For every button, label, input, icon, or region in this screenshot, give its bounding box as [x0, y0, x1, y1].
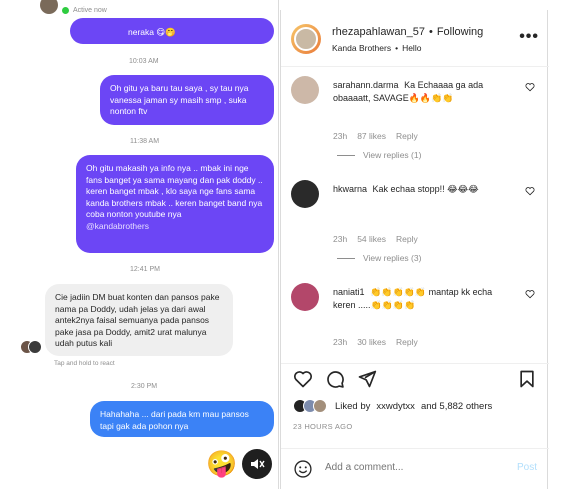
audio-artist[interactable]: Kanda Brothers [332, 43, 391, 53]
message-timestamp: 10:03 AM [129, 58, 159, 65]
view-replies-button[interactable]: View replies (3) [337, 253, 421, 263]
speaker-muted-icon [251, 459, 265, 469]
post-header: rhezapahlawan_57 • Following Kanda Broth… [281, 10, 549, 67]
view-replies-button[interactable]: View replies (1) [337, 150, 421, 160]
like-comment-icon[interactable] [525, 289, 535, 299]
save-bookmark-icon[interactable] [517, 369, 537, 389]
like-heart-icon[interactable] [293, 369, 313, 389]
mute-button[interactable] [242, 449, 272, 479]
comment-input[interactable] [325, 462, 495, 473]
message-text: Oh gitu ya baru tau saya , sy tau nya va… [110, 83, 249, 116]
online-status-icon [62, 6, 69, 14]
liker-avatars[interactable] [293, 399, 329, 413]
comment-time: 23h [333, 337, 348, 347]
following-button[interactable]: Following [437, 26, 483, 38]
reply-button[interactable]: Reply [396, 234, 418, 244]
like-comment-icon[interactable] [525, 82, 535, 92]
comment-meta: 23h 87 likes Reply [333, 131, 418, 141]
commenter-avatar[interactable] [291, 76, 319, 104]
author-username[interactable]: rhezapahlawan_57 [332, 26, 425, 38]
comment-likes[interactable]: 87 likes [357, 131, 386, 141]
sent-message[interactable]: neraka 😋🤭 [70, 18, 274, 44]
message-timestamp: 11:38 AM [130, 138, 160, 145]
liked-by-prefix: Liked by [335, 400, 371, 412]
sent-message[interactable]: Oh gitu makasih ya info nya .. mbak ini … [76, 155, 274, 253]
comment-likes[interactable]: 30 likes [357, 337, 386, 347]
post-time: 23 HOURS AGO [293, 422, 353, 431]
commenter-username[interactable]: hkwarna [333, 184, 367, 194]
commenter-username[interactable]: naniati1 [333, 287, 365, 297]
commenter-username[interactable]: sarahann.darma [333, 80, 399, 90]
post-comment-button[interactable]: Post [517, 462, 537, 473]
contact-avatar[interactable] [40, 0, 58, 14]
dm-panel: Active now neraka 😋🤭 10:03 AM Oh gitu ya… [0, 0, 279, 489]
react-hint: Tap and hold to react [54, 360, 115, 367]
comment-body: sarahann.darma Ka Echaaaa ga ada obaaaat… [333, 79, 513, 105]
comment: sarahann.darma Ka Echaaaa ga ada obaaaat… [291, 76, 541, 156]
comment-time: 23h [333, 131, 348, 141]
like-comment-icon[interactable] [525, 186, 535, 196]
comment-bubble-icon[interactable] [325, 369, 345, 389]
commenter-avatar[interactable] [291, 283, 319, 311]
more-options-icon[interactable]: ••• [519, 29, 539, 45]
share-send-icon[interactable] [357, 369, 377, 389]
liked-by-user[interactable]: xxwdytxx [376, 401, 415, 412]
received-message[interactable]: Cie jadiin DM buat konten dan pansos pak… [45, 284, 233, 356]
comment-body: naniati1 👏👏👏👏👏 mantap kk echa keren ....… [333, 286, 513, 312]
commenter-avatar[interactable] [291, 180, 319, 208]
message-text: neraka 😋🤭 [128, 27, 176, 37]
sent-message[interactable]: Oh gitu ya baru tau saya , sy tau nya va… [100, 75, 274, 125]
comment-meta: 23h 30 likes Reply [333, 337, 418, 347]
liked-by-row: Liked by xxwdytxx and 5,882 others [293, 399, 492, 413]
emoji-picker-icon[interactable] [293, 459, 313, 479]
author-avatar[interactable] [291, 24, 321, 54]
reply-button[interactable]: Reply [396, 337, 418, 347]
active-status-text: Active now [73, 6, 107, 14]
message-timestamp: 12:41 PM [130, 266, 160, 273]
separator-dot: • [428, 26, 433, 38]
message-text: Cie jadiin DM buat konten dan pansos pak… [55, 292, 220, 348]
comment-text: Kak echaa stopp!! 😂😂😂 [372, 184, 479, 194]
comment-body: hkwarna Kak echaa stopp!! 😂😂😂 [333, 183, 513, 196]
post-actions-bar [281, 363, 549, 389]
add-comment-bar: Post [281, 448, 549, 488]
comment-time: 23h [333, 234, 348, 244]
message-text: Oh gitu makasih ya info nya .. mbak ini … [86, 163, 263, 219]
post-panel: rhezapahlawan_57 • Following Kanda Broth… [280, 10, 549, 489]
comment: naniati1 👏👏👏👏👏 mantap kk echa keren ....… [291, 283, 541, 353]
mention-link[interactable]: @kandabrothers [86, 221, 264, 233]
comment-likes[interactable]: 54 likes [357, 234, 386, 244]
sender-avatar[interactable] [20, 340, 42, 354]
comment-meta: 23h 54 likes Reply [333, 234, 418, 244]
dm-header: Active now [40, 0, 107, 20]
comment: hkwarna Kak echaa stopp!! 😂😂😂 23h 54 lik… [291, 180, 541, 260]
audio-track[interactable]: Hello [402, 43, 421, 53]
author-line: rhezapahlawan_57 • Following [332, 26, 483, 38]
sent-message[interactable]: Hahahaha ... dari pada km mau pansos tap… [90, 401, 274, 437]
message-text: Hahahaha ... dari pada km mau pansos tap… [100, 409, 249, 431]
audio-line: Kanda Brothers • Hello [332, 43, 421, 53]
message-timestamp: 2:30 PM [131, 383, 158, 390]
emoji-reaction-button[interactable]: 🤪 [206, 449, 237, 479]
separator-dot: • [395, 43, 399, 53]
liked-by-others[interactable]: and 5,882 others [421, 401, 492, 412]
reply-button[interactable]: Reply [396, 131, 418, 141]
